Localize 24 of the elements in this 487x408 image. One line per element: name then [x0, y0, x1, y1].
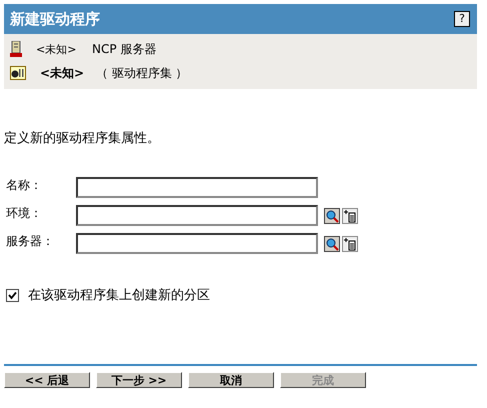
checkbox-label: 在该驱动程序集上创建新的分区 [28, 287, 210, 304]
wizard-button[interactable]: << 后退 [4, 372, 90, 388]
help-button[interactable]: ? [454, 11, 470, 27]
input-field[interactable] [76, 233, 318, 254]
object-name: <未知> [36, 42, 78, 56]
wizard-button[interactable]: 取消 [188, 372, 274, 388]
search-icon[interactable] [324, 208, 340, 224]
window-title: 新建驱动程序 [10, 10, 100, 28]
description-text: 定义新的驱动程序集属性。 [4, 130, 161, 147]
object-type: （ 驱动程序集 ） [96, 64, 188, 82]
input-field[interactable] [76, 177, 318, 198]
server-icon [10, 41, 22, 57]
checkbox[interactable] [6, 288, 19, 302]
input-field[interactable] [76, 205, 318, 226]
object-name: <未知> [40, 64, 86, 82]
object-type: NCP 服务器 [92, 40, 156, 58]
search-icon[interactable] [324, 236, 340, 252]
driver-set-icon [10, 66, 26, 80]
list-icon[interactable] [342, 208, 358, 224]
wizard-button[interactable]: 下一步 >> [96, 372, 182, 388]
field-label: 环境： [6, 205, 43, 222]
field-label: 名称： [6, 177, 43, 194]
field-label: 服务器： [6, 233, 55, 250]
list-icon[interactable] [342, 236, 358, 252]
